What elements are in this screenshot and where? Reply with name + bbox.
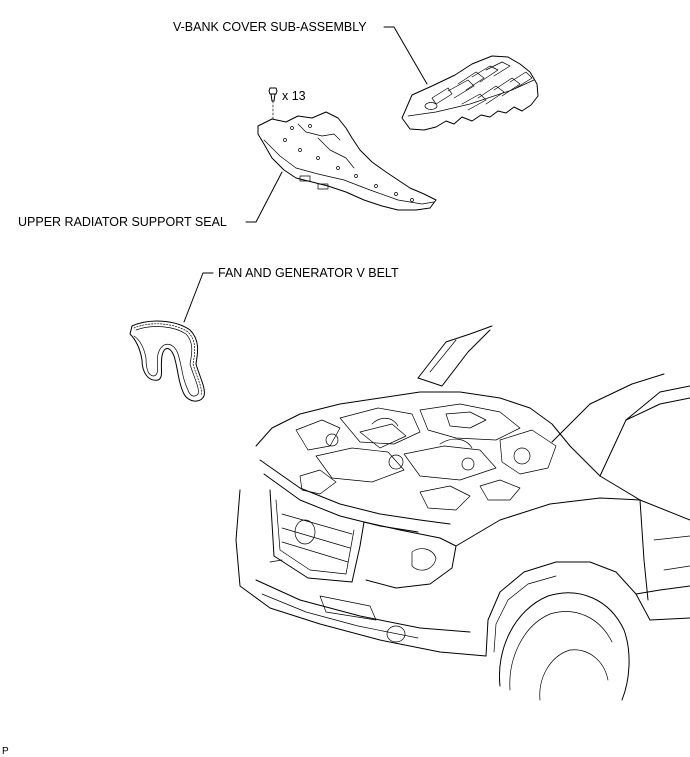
label-upper-radiator-seal: UPPER RADIATOR SUPPORT SEAL xyxy=(18,215,227,229)
v-belt-part xyxy=(129,320,205,402)
v-bank-cover-part xyxy=(401,55,539,131)
leader-v-bank-cover xyxy=(383,26,428,85)
parts-diagram: V-BANK COVER SUB-ASSEMBLY x 13 UPPER RAD… xyxy=(0,0,690,757)
label-v-bank-cover: V-BANK COVER SUB-ASSEMBLY xyxy=(173,20,367,34)
leader-upper-radiator-seal xyxy=(245,171,283,223)
leader-fan-belt xyxy=(183,272,214,323)
label-clip-count: x 13 xyxy=(282,89,306,103)
label-fan-belt: FAN AND GENERATOR V BELT xyxy=(218,266,399,280)
diagram-canvas: V-BANK COVER SUB-ASSEMBLY x 13 UPPER RAD… xyxy=(2,20,690,757)
corner-mark: P xyxy=(2,746,9,757)
vehicle-front xyxy=(235,325,690,701)
clip-icon xyxy=(268,87,278,125)
